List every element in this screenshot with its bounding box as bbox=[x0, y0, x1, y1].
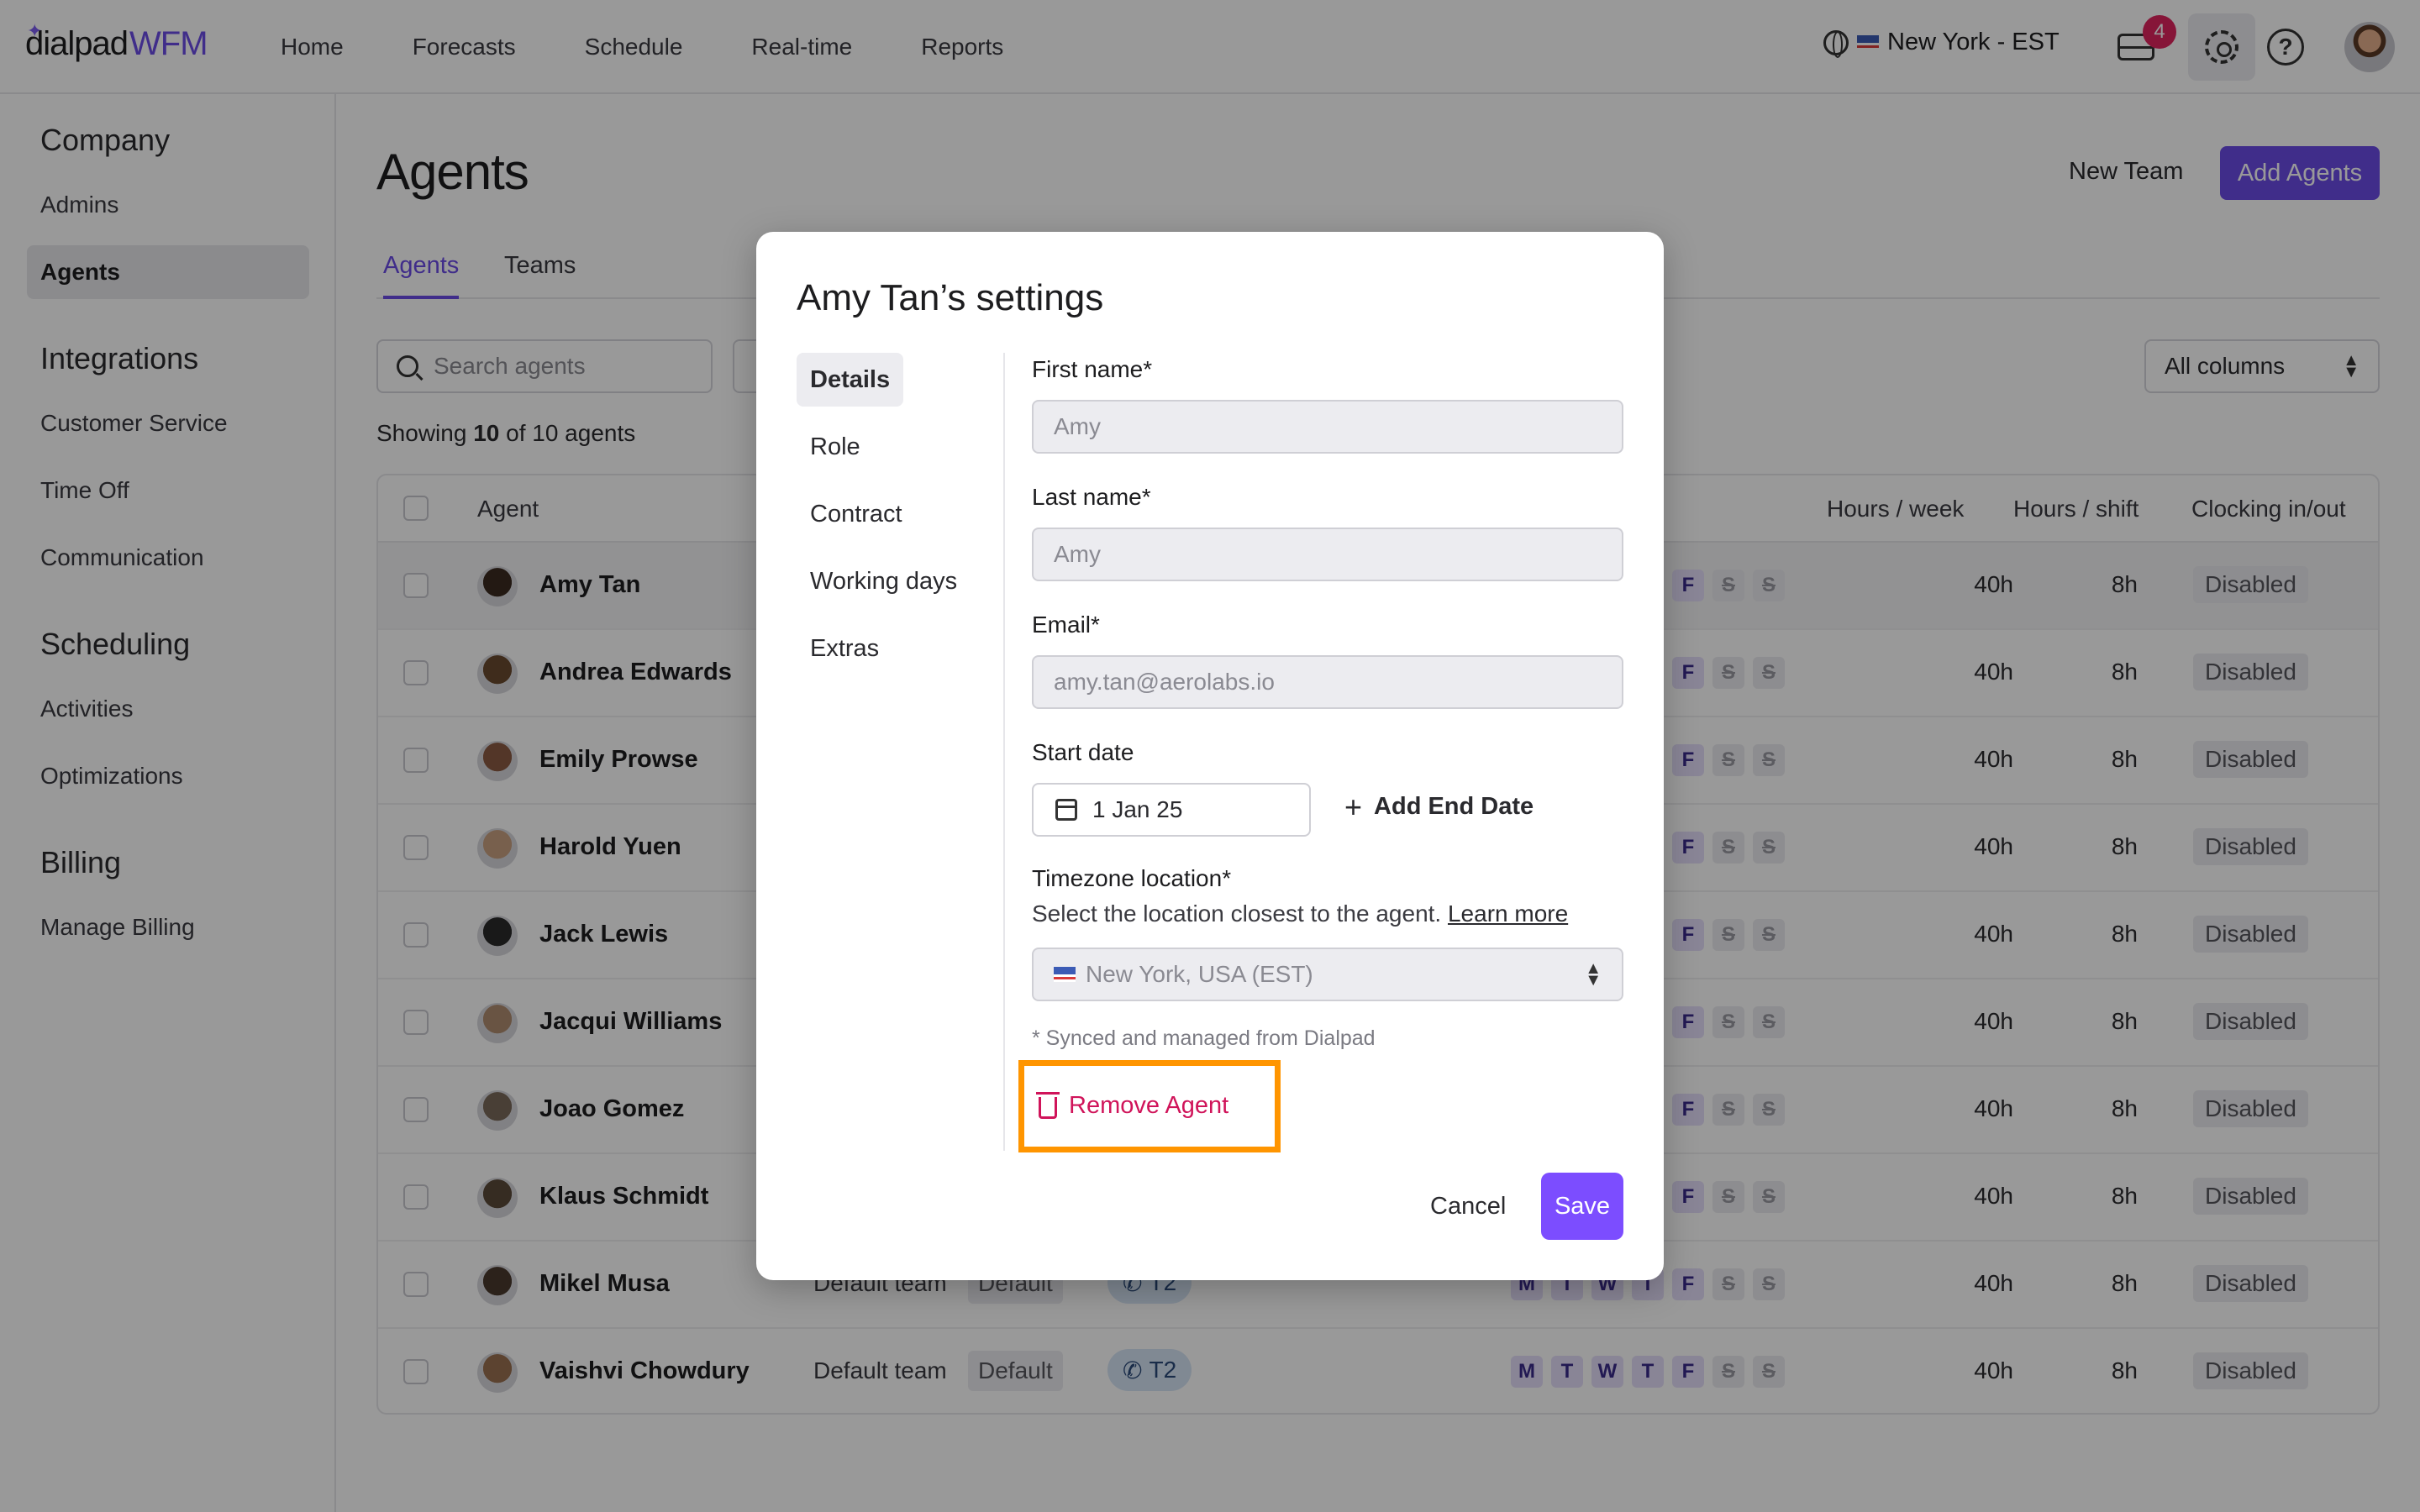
first-name-label: First name* bbox=[1032, 356, 1153, 382]
add-end-date-label: Add End Date bbox=[1374, 793, 1534, 820]
plus-icon: + bbox=[1344, 789, 1363, 824]
timezone-select-value: New York, USA (EST) bbox=[1086, 961, 1313, 987]
modal-nav-working-days[interactable]: Working days bbox=[797, 554, 971, 608]
us-flag-icon bbox=[1054, 967, 1076, 982]
modal-title: Amy Tan’s settings bbox=[797, 277, 1104, 318]
last-name-value: Amy bbox=[1054, 541, 1101, 567]
start-date-label: Start date bbox=[1032, 739, 1134, 765]
email-field[interactable]: amy.tan@aerolabs.io bbox=[1032, 655, 1623, 709]
chevron-updown-icon: ▲ ▼ bbox=[1585, 959, 1602, 990]
trash-icon bbox=[1036, 1092, 1060, 1119]
learn-more-link[interactable]: Learn more bbox=[1448, 900, 1568, 927]
modal-nav-contract[interactable]: Contract bbox=[797, 487, 916, 541]
first-name-field[interactable]: Amy bbox=[1032, 400, 1623, 454]
modal-nav-details[interactable]: Details bbox=[797, 353, 904, 407]
modal-nav-role[interactable]: Role bbox=[797, 420, 874, 474]
save-button[interactable]: Save bbox=[1541, 1173, 1623, 1240]
last-name-label: Last name* bbox=[1032, 484, 1151, 510]
agent-settings-modal: Amy Tan’s settings Details Role Contract… bbox=[756, 232, 1664, 1280]
timezone-help: Select the location closest to the agent… bbox=[1032, 900, 1442, 927]
synced-note: * Synced and managed from Dialpad bbox=[1032, 1026, 1376, 1050]
modal-nav-extras[interactable]: Extras bbox=[797, 622, 892, 675]
first-name-value: Amy bbox=[1054, 413, 1101, 439]
modal-divider bbox=[1003, 353, 1005, 1151]
start-date-picker[interactable]: 1 Jan 25 bbox=[1032, 783, 1311, 837]
timezone-location-label: Timezone location* bbox=[1032, 865, 1232, 891]
cancel-button[interactable]: Cancel bbox=[1410, 1173, 1526, 1240]
remove-agent-label: Remove Agent bbox=[1069, 1091, 1229, 1119]
remove-agent-button[interactable]: Remove Agent bbox=[1036, 1079, 1229, 1132]
timezone-help-text: Select the location closest to the agent… bbox=[1032, 900, 1568, 927]
email-label: Email* bbox=[1032, 612, 1100, 638]
last-name-field[interactable]: Amy bbox=[1032, 528, 1623, 581]
email-value: amy.tan@aerolabs.io bbox=[1054, 669, 1275, 695]
add-end-date-button[interactable]: + Add End Date bbox=[1344, 789, 1534, 824]
calendar-icon bbox=[1055, 799, 1077, 821]
timezone-select[interactable]: New York, USA (EST) ▲ ▼ bbox=[1032, 948, 1623, 1001]
start-date-value: 1 Jan 25 bbox=[1092, 796, 1183, 822]
